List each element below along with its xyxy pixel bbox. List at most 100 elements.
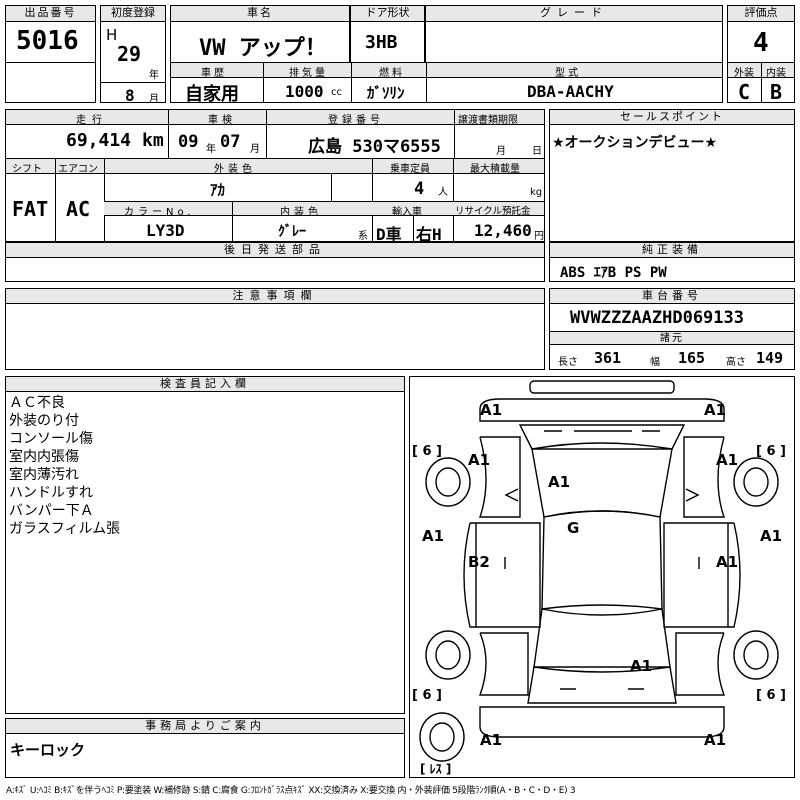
height-value: 149 bbox=[756, 349, 784, 367]
spare-tire-label: [ ﾚｽ ] bbox=[420, 762, 451, 776]
cautions-box: 注意事項欄 bbox=[5, 288, 545, 370]
later-parts-box: 後日発送部品 bbox=[5, 242, 545, 282]
tire-tread-label: [ 6 ] bbox=[756, 688, 786, 703]
reg-no-value: 広島 530マ6555 bbox=[308, 137, 441, 157]
fuel-header: 燃料 bbox=[379, 68, 405, 79]
mileage-unit: km bbox=[142, 130, 164, 151]
damage-mark: A1 bbox=[548, 473, 570, 491]
cautions-header: 注意事項欄 bbox=[6, 289, 544, 304]
damage-diagram: A1 A1 A1 A1 A1 G A1 A1 B2 A1 A1 A1 A1 [ … bbox=[409, 376, 795, 778]
lot-number-box: 出品番号 5016 bbox=[5, 5, 96, 63]
transfer-header: 譲渡書類期限 bbox=[458, 115, 518, 126]
aircon-header: エアコン bbox=[58, 164, 98, 175]
length-value: 361 bbox=[594, 349, 622, 367]
damage-mark: A1 bbox=[480, 731, 502, 749]
import-header: 輸入車 bbox=[392, 207, 422, 218]
grade-header: グレード bbox=[426, 6, 722, 22]
model-value: DBA-AACHY bbox=[527, 82, 614, 101]
inspection-month: 07 bbox=[220, 132, 241, 152]
int-color-unit: 系 bbox=[358, 231, 368, 242]
tire-tread-label: [ 6 ] bbox=[756, 444, 786, 459]
interior-score: B bbox=[770, 80, 783, 104]
ext-color-header: 外装色 bbox=[214, 164, 256, 175]
overall-score: 4 bbox=[753, 28, 769, 58]
color-no-value: LY3D bbox=[146, 221, 185, 240]
month-unit: 月 bbox=[149, 94, 159, 105]
height-label: 高さ bbox=[726, 357, 746, 368]
door-header: ドア形状 bbox=[351, 6, 424, 22]
exterior-score: C bbox=[738, 80, 751, 104]
inspector-header: 検査員記入欄 bbox=[6, 377, 404, 392]
max-load-unit: kg bbox=[530, 187, 543, 198]
first-reg-month: 8 bbox=[125, 86, 135, 105]
inspection-year: 09 bbox=[178, 132, 199, 152]
shift-value: FAT bbox=[12, 197, 49, 221]
shift-header: シフト bbox=[12, 164, 42, 175]
inspector-note: ＡＣ不良 bbox=[9, 395, 65, 411]
displacement-header: 排気量 bbox=[289, 68, 328, 79]
damage-mark: A1 bbox=[704, 731, 726, 749]
chassis-box: 車台番号 WVWZZZAAZHD069133 諸元 長さ 361 幅 165 高… bbox=[549, 288, 795, 370]
sales-point-box: セールスポイント ★オークションデビュー★ bbox=[549, 109, 795, 242]
inspector-note: 外装のり付 bbox=[9, 413, 79, 429]
recycle-value: 12,460 bbox=[474, 221, 532, 240]
mileage-header: 走行 bbox=[76, 115, 108, 126]
first-reg-year: 29 bbox=[117, 42, 142, 66]
car-name-header: 車名 bbox=[171, 6, 349, 22]
inspector-note: 室内薄汚れ bbox=[9, 467, 79, 483]
history-value: 自家用 bbox=[185, 84, 239, 105]
displacement-value: 1000 bbox=[285, 82, 324, 101]
office-box: 事務局よりご案内 キーロック bbox=[5, 718, 405, 778]
damage-mark: A1 bbox=[480, 401, 502, 419]
sales-point-header: セールスポイント bbox=[550, 110, 794, 125]
damage-mark: A1 bbox=[422, 527, 444, 545]
recycle-unit: 円 bbox=[534, 231, 544, 242]
history-row: 車歴 排気量 燃料 型式 自家用 1000 cc ｶﾞｿﾘﾝ DBA-AACHY bbox=[170, 62, 723, 105]
aircon-value: AC bbox=[66, 197, 91, 221]
capacity-header: 乗車定員 bbox=[390, 164, 430, 175]
door-type: 3HB bbox=[365, 32, 398, 53]
int-color-header: 内装色 bbox=[280, 207, 322, 218]
car-name-box: 車名 VW アップ！ bbox=[170, 5, 350, 63]
inspection-header: 車検 bbox=[208, 115, 236, 126]
damage-mark: A1 bbox=[704, 401, 726, 419]
first-reg-header: 初度登録 bbox=[101, 6, 165, 22]
damage-mark: A1 bbox=[716, 451, 738, 469]
ext-color-value: ｱｶ bbox=[210, 181, 226, 199]
damage-mark: A1 bbox=[468, 451, 490, 469]
shift-color-block: シフト エアコン 外装色 乗車定員 最大積載量 FAT AC ｱｶ 4 人 kg… bbox=[5, 158, 545, 244]
year-unit: 年 bbox=[149, 70, 159, 81]
genuine-equip-value: ABS ｴｱB PS PW bbox=[560, 265, 667, 281]
legend-text: A:ｷｽﾞ U:ﾍｺﾐ B:ｷｽﾞを伴うﾍｺﾐ P:要塗装 W:補修跡 S:錆 … bbox=[6, 786, 576, 796]
inspector-note: ハンドルすれ bbox=[9, 485, 93, 501]
interior-header: 内装 bbox=[766, 68, 786, 79]
lot-blank-box bbox=[5, 62, 96, 103]
office-header: 事務局よりご案内 bbox=[6, 719, 404, 734]
inspector-note: バンパー下Ａ bbox=[9, 503, 94, 519]
history-header: 車歴 bbox=[201, 68, 227, 79]
exterior-header: 外装 bbox=[734, 68, 754, 79]
chassis-header: 車台番号 bbox=[550, 289, 794, 304]
color-no-header: カラーNo. bbox=[124, 207, 195, 218]
score-header: 評価点 bbox=[728, 6, 794, 22]
specs-header: 諸元 bbox=[550, 332, 794, 345]
inspector-note: コンソール傷 bbox=[9, 431, 93, 447]
lot-number: 5016 bbox=[16, 26, 79, 56]
ext-int-box: 外装 内装 C B bbox=[727, 62, 795, 104]
model-header: 型式 bbox=[555, 68, 581, 79]
recycle-header: リサイクル預託金 bbox=[455, 206, 531, 217]
mileage-row: 走行 車検 登録番号 譲渡書類期限 69,414 km 09 年 07 月 広島… bbox=[5, 109, 545, 159]
tire-tread-label: [ 6 ] bbox=[412, 444, 442, 459]
length-label: 長さ bbox=[558, 357, 578, 368]
lot-number-header: 出品番号 bbox=[6, 6, 95, 22]
transfer-day-unit: 日 bbox=[532, 146, 542, 157]
later-parts-header: 後日発送部品 bbox=[6, 243, 544, 258]
genuine-equip-header: 純正装備 bbox=[550, 243, 794, 258]
tire-tread-label: [ 6 ] bbox=[412, 688, 442, 703]
era: H bbox=[106, 26, 118, 44]
score-box: 評価点 4 bbox=[727, 5, 795, 63]
office-note: キーロック bbox=[10, 741, 86, 759]
chassis-number: WVWZZZAAZHD069133 bbox=[570, 308, 744, 328]
inspector-note: ガラスフィルム張 bbox=[9, 521, 121, 537]
car-diagram-svg: A1 A1 A1 A1 A1 G A1 A1 B2 A1 A1 A1 A1 [ … bbox=[412, 380, 786, 776]
